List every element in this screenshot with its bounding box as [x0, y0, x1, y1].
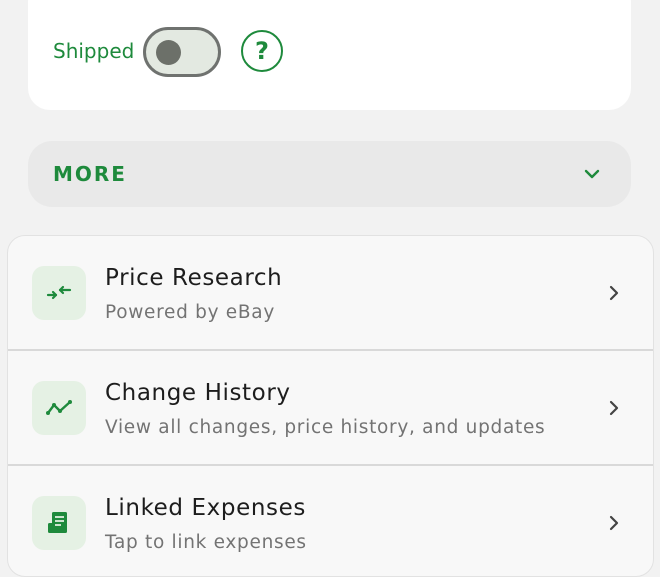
shipped-toggle[interactable]	[143, 27, 221, 77]
change-history-subtitle: View all changes, price history, and upd…	[105, 417, 546, 438]
chevron-right-icon	[609, 400, 619, 416]
change-history-title: Change History	[105, 380, 291, 406]
linked-expenses-title: Linked Expenses	[105, 495, 306, 521]
arrows-compare-icon	[46, 285, 72, 300]
toggle-knob	[156, 40, 181, 65]
chevron-right-icon	[609, 285, 619, 301]
more-label: MORE	[53, 162, 127, 186]
price-research-subtitle: Powered by eBay	[105, 302, 275, 323]
linked-expenses-subtitle: Tap to link expenses	[105, 532, 307, 553]
question-circle-icon[interactable]: ?	[241, 30, 283, 72]
list-item-change-history[interactable]: Change History View all changes, price h…	[8, 351, 653, 466]
change-history-icon-box	[32, 381, 86, 435]
trend-line-icon	[46, 400, 72, 415]
price-research-icon-box	[32, 266, 86, 320]
tools-list: Price Research Powered by eBay Change Hi…	[7, 235, 654, 577]
linked-expenses-icon-box	[32, 496, 86, 550]
chevron-down-icon	[584, 169, 600, 179]
more-section-toggle[interactable]: MORE	[28, 141, 631, 207]
chevron-right-icon	[609, 515, 619, 531]
list-item-linked-expenses[interactable]: Linked Expenses Tap to link expenses	[8, 466, 653, 576]
shipped-label: Shipped	[53, 39, 135, 63]
price-research-title: Price Research	[105, 265, 283, 291]
list-item-price-research[interactable]: Price Research Powered by eBay	[8, 236, 653, 351]
receipt-icon	[48, 512, 67, 533]
